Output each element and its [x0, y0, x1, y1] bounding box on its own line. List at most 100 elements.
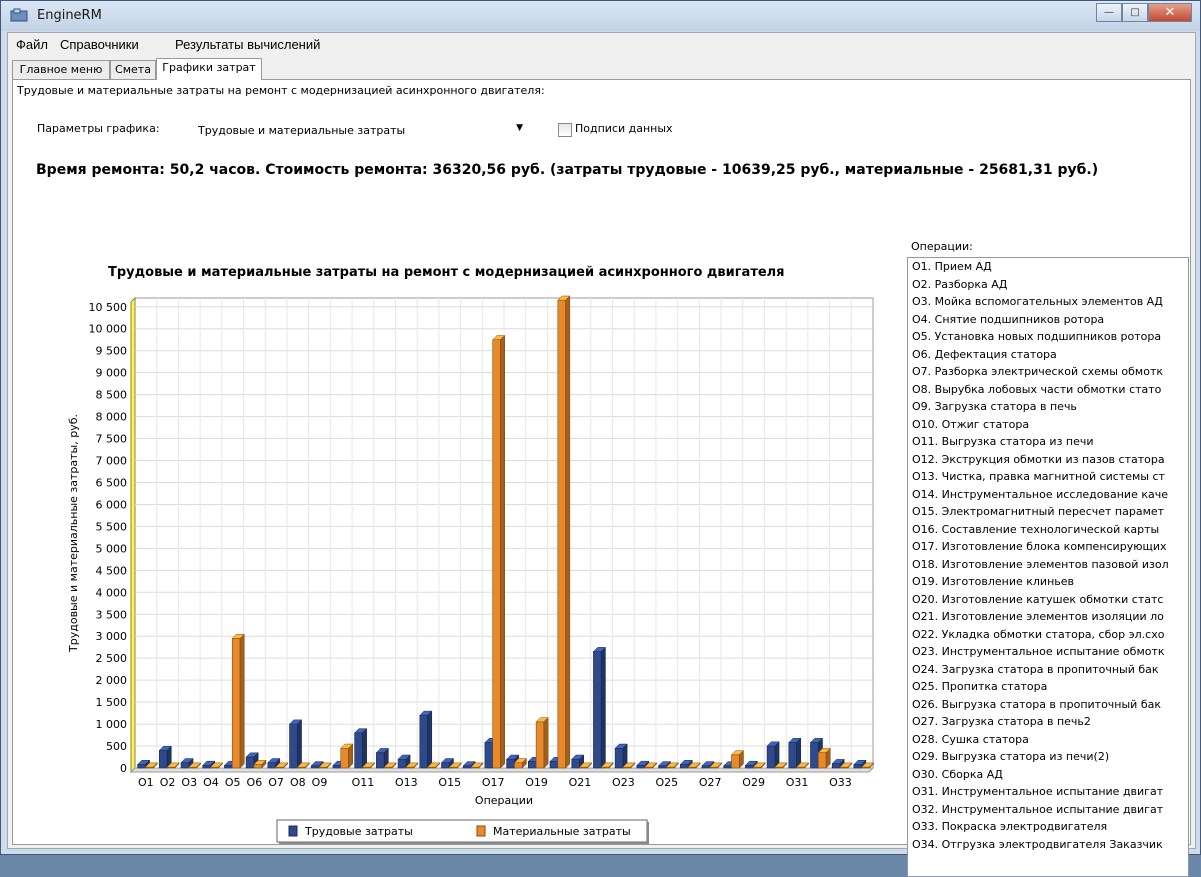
operations-label: Операции:	[911, 240, 973, 253]
operation-item[interactable]: О21. Изготовление элементов изоляции ло	[912, 610, 1164, 623]
operation-item[interactable]: О34. Отгрузка электродвигателя Заказчик	[912, 838, 1163, 851]
x-tick-label: O21	[569, 776, 592, 789]
x-tick-label: O5	[225, 776, 241, 789]
window-title: EngineRM	[37, 8, 102, 23]
operation-item[interactable]: О26. Выгрузка статора в пропиточный бак	[912, 698, 1161, 711]
y-tick-label: 4 000	[96, 586, 128, 599]
bar-side	[348, 743, 354, 769]
x-tick-label: O19	[525, 776, 548, 789]
bar-labor	[528, 761, 537, 769]
x-tick-label: O2	[160, 776, 176, 789]
bar-labor	[376, 752, 385, 769]
x-tick-label: O25	[655, 776, 678, 789]
operation-item[interactable]: О18. Изготовление элементов пазовой изол	[912, 558, 1169, 571]
menu-results[interactable]: Результаты вычислений	[175, 37, 320, 52]
x-axis-label: Операции	[475, 794, 533, 807]
operation-item[interactable]: О24. Загрузка статора в пропиточный бак	[912, 663, 1159, 676]
bar-labor	[506, 758, 515, 769]
legend-shadow	[279, 842, 649, 844]
y-tick-label: 2 500	[96, 652, 128, 665]
tab-estimate[interactable]: Смета	[110, 60, 156, 79]
y-tick-label: 10 500	[89, 301, 128, 314]
x-tick-label: O8	[290, 776, 306, 789]
bar-labor	[636, 765, 645, 769]
menu-references[interactable]: Справочники	[60, 37, 139, 52]
operation-item[interactable]: О19. Изготовление клиньев	[912, 575, 1074, 588]
y-tick-label: 1 500	[96, 696, 128, 709]
y-tick-label: 3 500	[96, 608, 128, 621]
maximize-button[interactable]: □	[1122, 3, 1148, 22]
operation-item[interactable]: О1. Прием АД	[912, 260, 992, 273]
x-tick-label: O6	[247, 776, 263, 789]
bar-labor	[137, 764, 146, 769]
bar-labor	[723, 765, 732, 769]
operation-item[interactable]: О3. Мойка вспомогательных элементов АД	[912, 295, 1163, 308]
operations-list[interactable]: О1. Прием АД О2. Разборка АД О3. Мойка всп…	[907, 257, 1189, 877]
operation-item[interactable]: О5. Установка новых подшипников ротора	[912, 330, 1161, 343]
bar-labor	[397, 758, 407, 769]
bar-side	[565, 295, 571, 769]
operation-item[interactable]: О20. Изготовление катушек обмотки статс	[912, 593, 1163, 606]
x-tick-label: O15	[438, 776, 461, 789]
operation-item[interactable]: О13. Чистка, правка магнитной системы ст	[912, 470, 1165, 483]
bar-material	[731, 754, 740, 769]
menu-file[interactable]: Файл	[16, 37, 48, 52]
operation-item[interactable]: О14. Инструментальное исследование каче	[912, 488, 1168, 501]
bar-labor	[224, 765, 233, 769]
bar-labor	[419, 714, 428, 769]
operation-item[interactable]: О25. Пропитка статора	[912, 680, 1047, 693]
bar-material	[253, 764, 263, 769]
charts-panel: Трудовые и материальные затраты на ремон…	[12, 79, 1191, 877]
legend-swatch-labor	[288, 825, 298, 837]
bar-material	[514, 762, 523, 769]
tab-main-menu[interactable]: Главное меню	[12, 60, 110, 79]
operation-item[interactable]: О16. Составление технологической карты	[912, 523, 1159, 536]
bar-labor	[766, 745, 776, 769]
minimize-button[interactable]: —	[1096, 3, 1122, 22]
operation-item[interactable]: О22. Укладка обмотки статора, сбор эл.сх…	[912, 628, 1164, 641]
bar-labor	[853, 764, 863, 769]
operation-item[interactable]: О32. Инструментальное испытание двигат	[912, 803, 1163, 816]
y-tick-label: 500	[106, 740, 127, 753]
bar-side	[600, 646, 606, 769]
operation-item[interactable]: О17. Изготовление блока компенсирующих	[912, 540, 1166, 553]
y-tick-label: 9 500	[96, 345, 128, 358]
operation-item[interactable]: О29. Выгрузка статора из печи(2)	[912, 750, 1109, 763]
x-tick-label: O13	[395, 776, 418, 789]
operation-item[interactable]: О30. Сборка АД	[912, 768, 1003, 781]
operation-item[interactable]: О15. Электромагнитный пересчет парамет	[912, 505, 1164, 518]
operation-item[interactable]: О2. Разборка АД	[912, 278, 1007, 291]
operation-item[interactable]: О12. Экструкция обмотки из пазов статора	[912, 453, 1165, 466]
operation-item[interactable]: О6. Дефектация статора	[912, 348, 1057, 361]
operation-item[interactable]: О8. Вырубка лобовых части обмотки стато	[912, 383, 1161, 396]
bar-side	[500, 334, 505, 769]
bar-labor	[354, 732, 363, 769]
x-tick-label: O23	[612, 776, 635, 789]
operation-item[interactable]: О7. Разборка электрической схемы обмотк	[912, 365, 1163, 378]
bar-material	[535, 721, 545, 769]
bar-labor	[441, 762, 450, 769]
cost-chart: 0 500 1 000 1 500 2 000 2 500 3 000 3 500 4 000 4…	[67, 295, 875, 844]
operation-item[interactable]: О28. Сушка статора	[912, 733, 1029, 746]
legend-label-labor: Трудовые затраты	[304, 825, 413, 838]
operation-item[interactable]: О33. Покраска электродвигателя	[912, 820, 1107, 833]
bar-material	[818, 752, 827, 769]
bar-labor	[462, 765, 472, 769]
bar-material	[492, 339, 501, 769]
operation-item[interactable]: О27. Загрузка статора в печь2	[912, 715, 1091, 728]
operation-item[interactable]: О9. Загрузка статора в печь	[912, 400, 1077, 413]
operation-item[interactable]: О10. Отжиг статора	[912, 418, 1029, 431]
plot-floor	[129, 767, 875, 773]
x-tick-label: O17	[482, 776, 505, 789]
bar-labor	[745, 765, 754, 769]
operation-item[interactable]: О11. Выгрузка статора из печи	[912, 435, 1094, 448]
bar-material	[340, 747, 349, 769]
operation-item[interactable]: О4. Снятие подшипников ротора	[912, 313, 1104, 326]
close-button[interactable]: ✕	[1148, 3, 1192, 22]
bar-labor	[484, 742, 494, 769]
bar-labor	[810, 742, 819, 769]
tab-cost-charts[interactable]: Графики затрат	[156, 58, 262, 80]
operation-item[interactable]: О31. Инструментальное испытание двигат	[912, 785, 1163, 798]
operation-item[interactable]: О23. Инструментальное испытание обмотк	[912, 645, 1165, 658]
x-tick-label: O29	[742, 776, 765, 789]
